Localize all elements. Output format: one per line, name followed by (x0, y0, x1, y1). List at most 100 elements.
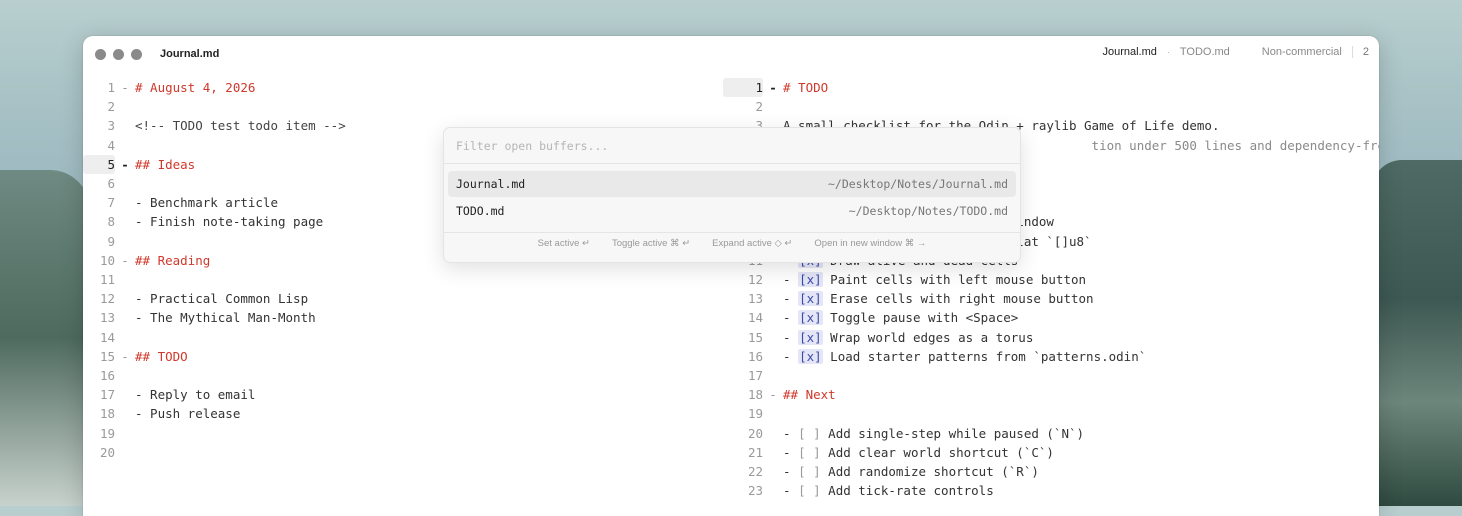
line-number: 2 (107, 99, 115, 115)
pane-count-badge[interactable]: 2 (1351, 46, 1369, 58)
editor-line[interactable]: 18 - Push release (83, 404, 240, 423)
checkbox-unchecked[interactable]: [ ] (798, 445, 821, 460)
buffer-path: ~/Desktop/Notes/Journal.md (827, 177, 1008, 191)
fold-toggle-icon[interactable]: - (763, 78, 783, 97)
editor-line[interactable]: 13 - [x] Erase cells with right mouse but… (723, 289, 1094, 308)
editor-line[interactable]: 10- ## Reading (83, 251, 210, 270)
editor-line[interactable]: 2 (83, 97, 135, 116)
line-number: 17 (747, 368, 763, 383)
checkbox-checked[interactable]: [x] (798, 310, 823, 326)
editor-line[interactable]: 12 - Practical Common Lisp (83, 289, 308, 308)
line-number: 16 (747, 348, 763, 364)
line-number: 21 (747, 444, 763, 460)
fold-toggle-icon[interactable]: - (115, 155, 135, 174)
line-number: 23 (747, 483, 763, 499)
editor-line[interactable]: 23 - [ ] Add tick-rate controls (723, 481, 994, 500)
line-number: 20 (747, 425, 763, 441)
checkbox-unchecked[interactable]: [ ] (798, 426, 821, 441)
line-number: 13 (747, 291, 763, 307)
zoom-window-button[interactable] (131, 49, 142, 60)
checkbox-checked[interactable]: [x] (798, 291, 823, 307)
editor-line[interactable]: 21 - [ ] Add clear world shortcut (`C`) (723, 443, 1054, 462)
background-hills-right (1372, 160, 1462, 506)
line-number: 8 (107, 214, 115, 230)
checkbox-checked[interactable]: [x] (798, 348, 823, 364)
editor-line[interactable]: 19 (723, 404, 783, 423)
editor-line[interactable]: 19 (83, 424, 135, 443)
buffer-item-journal[interactable]: Journal.md ~/Desktop/Notes/Journal.md (448, 171, 1016, 197)
fold-toggle-icon[interactable]: - (115, 78, 135, 97)
line-text: <!-- TODO test todo item --> (135, 118, 346, 134)
line-number: 6 (107, 176, 115, 191)
window-title: Journal.md (160, 48, 220, 60)
editor-line[interactable]: 4 (83, 136, 135, 155)
tab-todo[interactable]: TODO.md (1180, 46, 1230, 58)
editor-line[interactable]: 16 - [x] Load starter patterns from `patt… (723, 347, 1146, 366)
line-number: 16 (99, 368, 115, 383)
line-number: 14 (747, 310, 763, 326)
line-text: - Benchmark article (135, 195, 278, 211)
checkbox-checked[interactable]: [x] (798, 329, 823, 345)
line-text: Wrap world edges as a torus (822, 329, 1034, 345)
fold-toggle-icon[interactable]: - (115, 251, 135, 270)
editor-line[interactable]: 3 <!-- TODO test todo item --> (83, 116, 346, 135)
buffer-item-todo[interactable]: TODO.md ~/Desktop/Notes/TODO.md (448, 198, 1016, 224)
editor-line[interactable]: 8 - Finish note-taking page (83, 212, 323, 231)
line-text: Load starter patterns from `patterns.odi… (822, 348, 1147, 364)
markdown-heading: ## Next (783, 387, 836, 403)
editor-line[interactable]: 15- ## TODO (83, 347, 188, 366)
tab-journal[interactable]: Journal.md (1102, 46, 1156, 58)
editor-line[interactable]: 1- # TODO (723, 78, 828, 97)
editor-line[interactable]: 6 (83, 174, 135, 193)
switcher-shortcut-hints: Set active ↵ Toggle active ⌘ ↵ Expand ac… (444, 238, 1020, 256)
checkbox-checked[interactable]: [x] (798, 272, 823, 287)
editor-line[interactable]: 9 (83, 232, 135, 251)
line-text: - Push release (135, 406, 241, 422)
line-number: 19 (99, 425, 115, 441)
minimize-window-button[interactable] (113, 49, 124, 60)
editor-line[interactable]: 20 (83, 443, 135, 462)
close-window-button[interactable] (95, 49, 106, 60)
list-bullet: - (783, 291, 799, 307)
line-number: 4 (107, 137, 115, 153)
markdown-heading: ## TODO (135, 348, 188, 364)
hint-toggle-active: Toggle active ⌘ ↵ (611, 238, 691, 249)
fold-toggle-icon[interactable]: - (763, 385, 783, 404)
list-bullet: - (783, 272, 799, 287)
list-bullet: - (783, 348, 799, 364)
editor-line[interactable]: 2 (723, 97, 783, 116)
fold-toggle-icon[interactable]: - (115, 347, 135, 366)
editor-line[interactable]: 17 (723, 366, 783, 385)
editor-line[interactable]: 7 - Benchmark article (83, 193, 278, 212)
editor-line[interactable]: 18- ## Next (723, 385, 836, 404)
line-number: 12 (99, 291, 115, 307)
checkbox-unchecked[interactable]: [ ] (798, 483, 821, 498)
editor-line[interactable]: 14 (83, 328, 135, 347)
line-number: 12 (747, 272, 763, 287)
editor-line[interactable]: 20 - [ ] Add single-step while paused (`N… (723, 424, 1084, 443)
editor-line[interactable]: 22 - [ ] Add randomize shortcut (`R`) (723, 462, 1039, 481)
editor-line[interactable]: 16 (83, 366, 135, 385)
markdown-heading: ## Ideas (135, 156, 196, 172)
line-text: - The Mythical Man-Month (135, 310, 316, 326)
editor-line[interactable]: 1- # August 4, 2026 (83, 78, 255, 97)
line-number: 3 (107, 118, 115, 134)
editor-line[interactable]: 12 - [x] Paint cells with left mouse butt… (723, 270, 1086, 289)
divider (444, 163, 1020, 164)
line-number: 20 (99, 444, 115, 460)
editor-line[interactable]: 15 - [x] Wrap world edges as a torus (723, 328, 1033, 347)
line-text: Add single-step while paused (`N`) (820, 425, 1085, 441)
buffer-filter-input[interactable] (456, 136, 996, 156)
editor-line[interactable]: 17 - Reply to email (83, 385, 255, 404)
line-text: Erase cells with right mouse button (822, 291, 1094, 307)
editor-line[interactable]: 11 (83, 270, 135, 289)
editor-line[interactable]: 14 - [x] Toggle pause with <Space> (723, 308, 1018, 327)
editor-line[interactable]: 13 - The Mythical Man-Month (83, 308, 316, 327)
buffer-path: ~/Desktop/Notes/TODO.md (848, 204, 1008, 218)
line-text: Add clear world shortcut (`C`) (820, 444, 1054, 460)
checkbox-unchecked[interactable]: [ ] (798, 464, 821, 479)
editor-line[interactable]: 5- ## Ideas (83, 154, 196, 174)
line-number: 15 (99, 348, 115, 364)
list-bullet: - (783, 464, 799, 479)
line-number: 13 (99, 310, 115, 326)
